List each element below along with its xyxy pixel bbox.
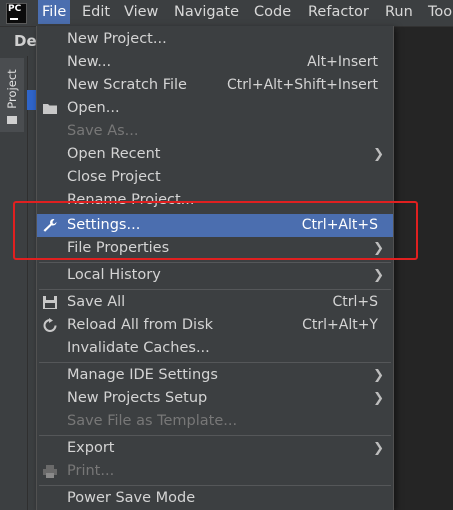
menu-item-label: Save File as Template... <box>67 413 238 429</box>
menu-item-new-project[interactable]: New Project... <box>37 28 393 51</box>
reload-icon <box>43 318 57 332</box>
menu-item-settings[interactable]: Settings... Ctrl+Alt+S <box>37 214 393 237</box>
breadcrumb[interactable]: De <box>14 32 37 50</box>
editor-area <box>392 27 453 510</box>
menu-bar: PC File Edit View Navigate Code Refactor… <box>0 0 453 27</box>
menu-refactor[interactable]: Refactor <box>308 0 369 24</box>
submenu-arrow-icon: ❯ <box>373 441 384 456</box>
project-tree-selection <box>27 90 36 110</box>
menu-item-label: Open Recent <box>67 146 161 162</box>
logo-bar <box>10 18 18 20</box>
file-menu-dropdown: New Project... New... Alt+Insert New Scr… <box>36 26 394 510</box>
menu-item-new-scratch-file[interactable]: New Scratch File Ctrl+Alt+Shift+Insert <box>37 74 393 97</box>
menu-item-label: New Scratch File <box>67 77 187 93</box>
menu-separator <box>39 362 391 363</box>
folder-icon <box>43 104 57 114</box>
menu-item-new-projects-setup[interactable]: New Projects Setup ❯ <box>37 387 393 410</box>
menu-item-local-history[interactable]: Local History ❯ <box>37 264 393 287</box>
menu-item-label: New Project... <box>67 31 167 47</box>
menu-item-save-file-as-template[interactable]: Save File as Template... <box>37 410 393 433</box>
print-icon <box>43 465 57 478</box>
menu-item-invalidate-caches[interactable]: Invalidate Caches... <box>37 337 393 360</box>
submenu-arrow-icon: ❯ <box>373 391 384 406</box>
menu-item-shortcut: Ctrl+Alt+Y <box>302 317 378 333</box>
menu-navigate[interactable]: Navigate <box>174 0 239 24</box>
menu-run[interactable]: Run <box>385 0 413 24</box>
menu-item-shortcut: Alt+Insert <box>307 54 378 70</box>
logo-text: PC <box>8 4 22 14</box>
menu-item-rename-project[interactable]: Rename Project... <box>37 189 393 212</box>
menu-item-shortcut: Ctrl+Alt+Shift+Insert <box>226 77 378 93</box>
menu-item-label: Close Project <box>67 169 161 185</box>
menu-item-label: Reload All from Disk <box>67 317 214 333</box>
menu-file[interactable]: File <box>38 0 71 24</box>
menu-item-label: Power Save Mode <box>67 490 196 506</box>
menu-item-label: New Projects Setup <box>67 390 208 406</box>
project-tool-window-tab[interactable]: Project <box>0 58 24 132</box>
menu-item-open[interactable]: Open... <box>37 97 393 120</box>
menu-item-shortcut: Ctrl+S <box>332 294 378 310</box>
menu-separator <box>39 289 391 290</box>
menu-item-label: New... <box>67 54 112 70</box>
menu-item-label: Invalidate Caches... <box>67 340 210 356</box>
submenu-arrow-icon: ❯ <box>373 147 384 162</box>
menu-item-save-all[interactable]: Save All Ctrl+S <box>37 291 393 314</box>
menu-item-save-as[interactable]: Save As... <box>37 120 393 143</box>
menu-item-label: Export <box>67 440 115 456</box>
menu-item-file-properties[interactable]: File Properties ❯ <box>37 237 393 260</box>
menu-item-label: Rename Project... <box>67 192 195 208</box>
menu-edit[interactable]: Edit <box>82 0 110 24</box>
menu-code[interactable]: Code <box>254 0 291 24</box>
menu-item-label: Local History <box>67 267 161 283</box>
save-icon <box>43 296 57 309</box>
submenu-arrow-icon: ❯ <box>373 368 384 383</box>
menu-item-label: Save All <box>67 294 126 310</box>
menu-item-label: Open... <box>67 100 120 116</box>
menu-item-label: Manage IDE Settings <box>67 367 218 383</box>
submenu-arrow-icon: ❯ <box>373 241 384 256</box>
menu-item-open-recent[interactable]: Open Recent ❯ <box>37 143 393 166</box>
submenu-arrow-icon: ❯ <box>373 268 384 283</box>
wrench-icon <box>43 218 57 232</box>
folder-icon <box>7 116 17 124</box>
menu-view[interactable]: View <box>124 0 158 24</box>
pycharm-logo-icon: PC <box>6 3 27 24</box>
menu-item-shortcut: Ctrl+Alt+S <box>301 217 378 233</box>
menu-separator <box>39 435 391 436</box>
menu-item-manage-ide-settings[interactable]: Manage IDE Settings ❯ <box>37 364 393 387</box>
menu-item-label: Save As... <box>67 123 139 139</box>
menu-tools[interactable]: Too <box>428 0 452 24</box>
menu-item-new[interactable]: New... Alt+Insert <box>37 51 393 74</box>
menu-item-power-save-mode[interactable]: Power Save Mode <box>37 487 393 510</box>
menu-item-label: Settings... <box>67 217 141 233</box>
menu-item-print[interactable]: Print... <box>37 460 393 483</box>
menu-separator <box>39 262 391 263</box>
project-tab-label: Project <box>5 69 19 109</box>
menu-item-label: Print... <box>67 463 115 479</box>
menu-item-close-project[interactable]: Close Project <box>37 166 393 189</box>
menu-separator <box>39 485 391 486</box>
menu-item-label: File Properties <box>67 240 170 256</box>
menu-item-reload-all[interactable]: Reload All from Disk Ctrl+Alt+Y <box>37 314 393 337</box>
menu-item-export[interactable]: Export ❯ <box>37 437 393 460</box>
